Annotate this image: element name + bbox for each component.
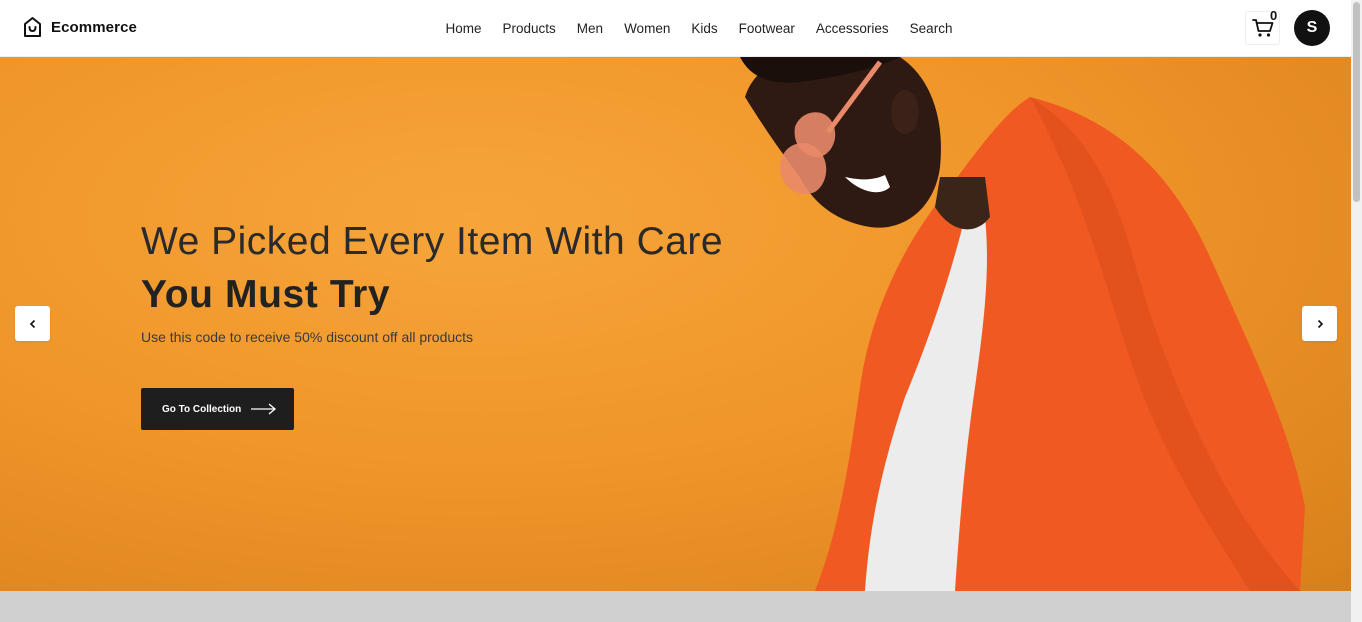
shopping-bag-icon	[24, 17, 41, 37]
chevron-left-icon	[29, 319, 35, 328]
chevron-right-icon	[1317, 319, 1323, 328]
top-header: Ecommerce Home Products Men Women Kids F…	[0, 0, 1351, 57]
cart-count-badge: 0	[1270, 8, 1278, 23]
slider-next-button[interactable]	[1302, 306, 1337, 341]
nav-item-home[interactable]: Home	[435, 21, 492, 36]
scrollbar-thumb[interactable]	[1353, 2, 1360, 202]
nav-item-footwear[interactable]: Footwear	[728, 21, 805, 36]
hero-subtitle: You Must Try	[141, 273, 391, 316]
hero-title: We Picked Every Item With Care	[141, 220, 724, 263]
hero-description: Use this code to receive 50% discount of…	[141, 329, 474, 345]
brand-logo[interactable]: Ecommerce	[22, 16, 137, 38]
nav-item-women[interactable]: Women	[614, 21, 681, 36]
brand-name: Ecommerce	[51, 18, 137, 36]
slider-prev-button[interactable]	[15, 306, 50, 341]
nav-item-products[interactable]: Products	[492, 21, 566, 36]
nav-item-accessories[interactable]: Accessories	[805, 21, 899, 36]
cta-label: Go To Collection	[162, 403, 242, 415]
hero-model-image	[740, 57, 1305, 591]
nav-item-search[interactable]: Search	[899, 21, 963, 36]
below-hero-section	[0, 591, 1351, 622]
page: Ecommerce Home Products Men Women Kids F…	[0, 0, 1362, 622]
nav-item-men[interactable]: Men	[566, 21, 613, 36]
main-nav: Home Products Men Women Kids Footwear Ac…	[435, 0, 963, 57]
arrow-right-icon	[251, 403, 277, 415]
go-to-collection-button[interactable]: Go To Collection	[141, 388, 294, 430]
nav-item-kids[interactable]: Kids	[681, 21, 728, 36]
user-avatar[interactable]: S	[1294, 10, 1330, 46]
hero-banner: We Picked Every Item With Care You Must …	[0, 57, 1351, 591]
